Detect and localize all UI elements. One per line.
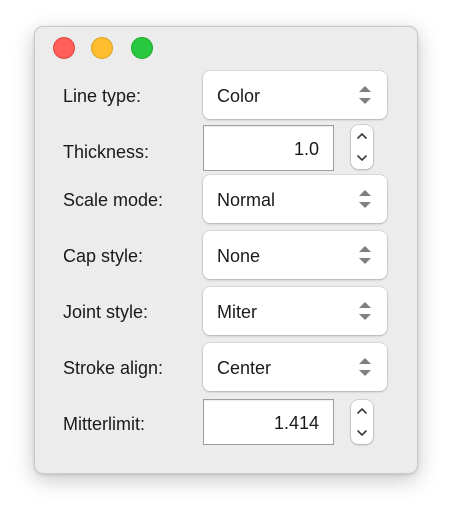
- cap-style-popup[interactable]: None: [203, 231, 387, 279]
- line-type-value: Color: [217, 86, 261, 106]
- scale-mode-label: Scale mode:: [63, 190, 164, 210]
- cap-style-value: None: [217, 246, 261, 266]
- scale-mode-popup[interactable]: Normal: [203, 175, 387, 223]
- mitterlimit-increment-button[interactable]: [351, 400, 373, 422]
- updown-chevron-icon: [359, 302, 371, 320]
- line-type-popup[interactable]: Color: [203, 71, 387, 119]
- thickness-decrement-button[interactable]: [351, 147, 373, 169]
- updown-chevron-icon: [359, 190, 371, 208]
- thickness-increment-button[interactable]: [351, 125, 373, 147]
- chevron-down-icon: [357, 430, 367, 436]
- joint-style-value: Miter: [217, 302, 257, 322]
- updown-chevron-icon: [359, 86, 371, 104]
- thickness-label: Thickness:: [63, 142, 150, 162]
- updown-chevron-icon: [359, 246, 371, 264]
- minimize-button[interactable]: [91, 37, 113, 59]
- thickness-field[interactable]: 1.0: [203, 125, 334, 171]
- mitterlimit-decrement-button[interactable]: [351, 422, 373, 444]
- settings-window: Line type: Color Thickness: 1.0 Scale mo…: [34, 26, 418, 474]
- zoom-button[interactable]: [131, 37, 153, 59]
- mitterlimit-label: Mitterlimit:: [63, 414, 145, 434]
- updown-chevron-icon: [359, 358, 371, 376]
- joint-style-label: Joint style:: [63, 302, 149, 322]
- cap-style-label: Cap style:: [63, 246, 144, 266]
- stroke-align-value: Center: [217, 358, 272, 378]
- chevron-up-icon: [357, 408, 367, 414]
- chevron-up-icon: [357, 133, 367, 139]
- thickness-stepper[interactable]: [351, 125, 373, 169]
- joint-style-popup[interactable]: Miter: [203, 287, 387, 335]
- scale-mode-value: Normal: [217, 190, 276, 210]
- thickness-value: 1.0: [293, 139, 319, 159]
- mitterlimit-stepper[interactable]: [351, 400, 373, 444]
- line-type-label: Line type:: [63, 86, 142, 106]
- mitterlimit-field[interactable]: 1.414: [203, 399, 334, 445]
- mitterlimit-value: 1.414: [273, 413, 319, 433]
- close-button[interactable]: [53, 37, 75, 59]
- stroke-align-label: Stroke align:: [63, 358, 164, 378]
- stroke-align-popup[interactable]: Center: [203, 343, 387, 391]
- chevron-down-icon: [357, 155, 367, 161]
